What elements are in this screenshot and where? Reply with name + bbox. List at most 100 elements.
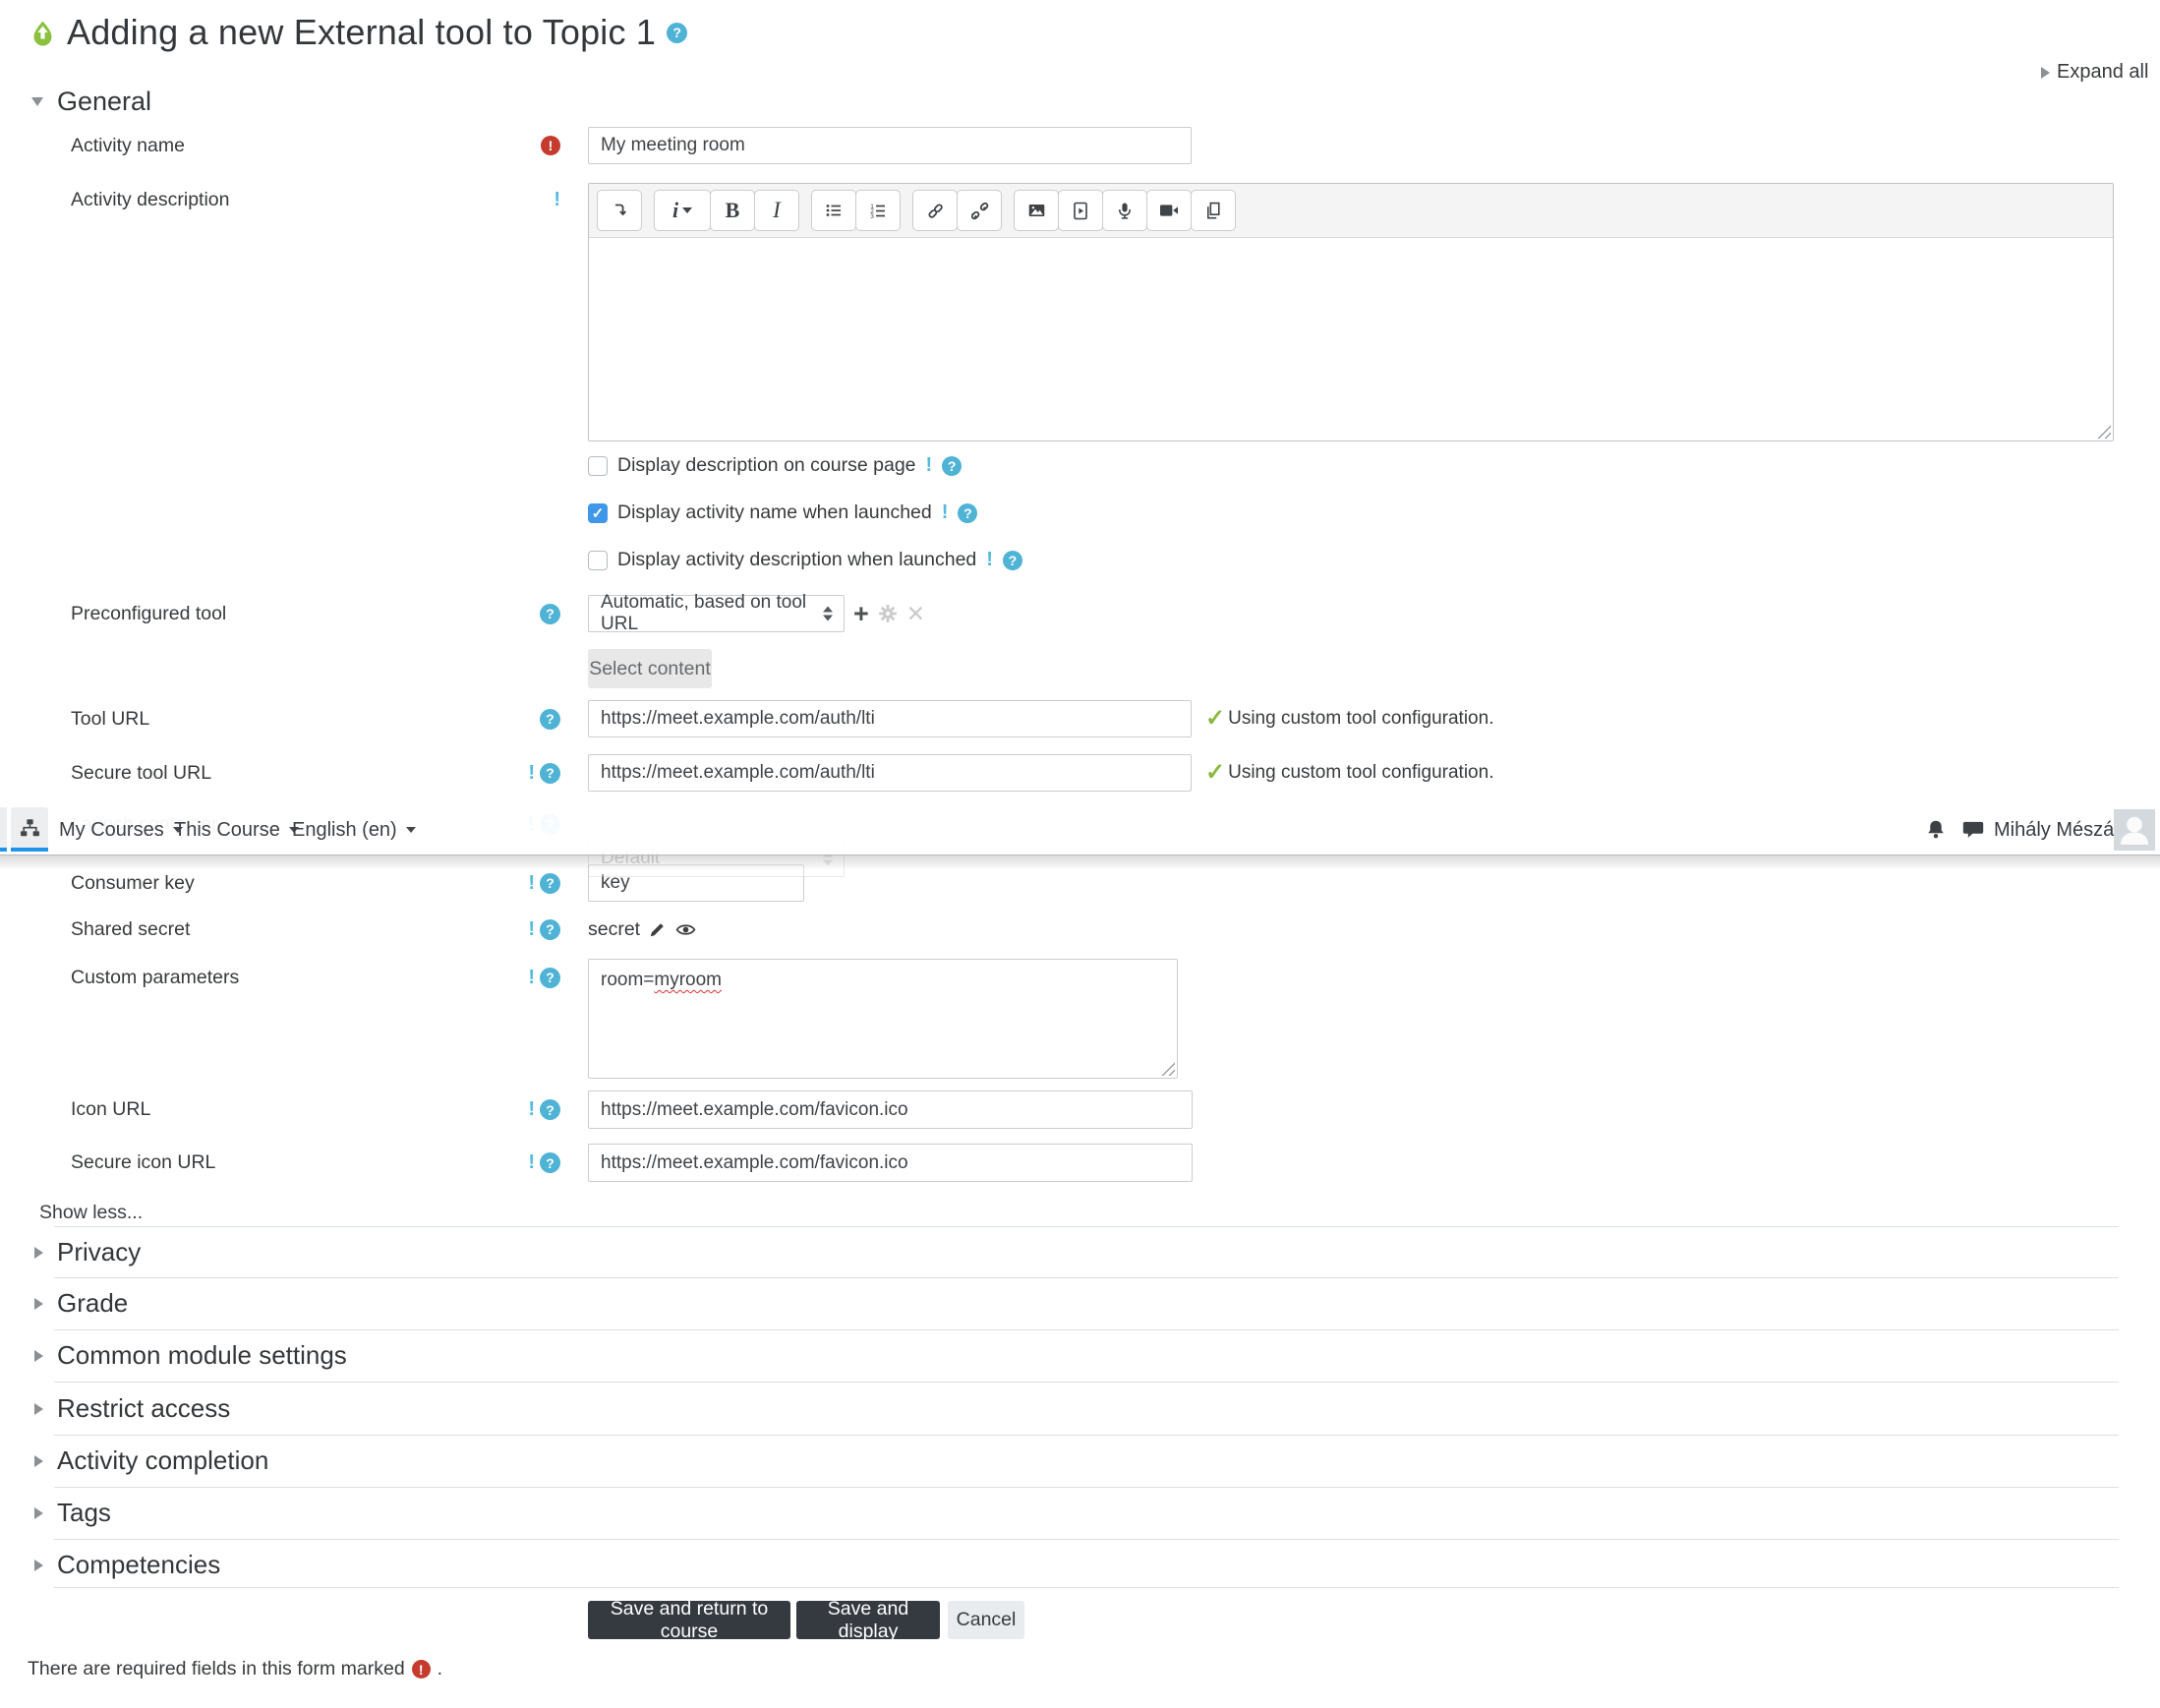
advanced-marker-icon: !	[986, 549, 993, 570]
select-content-button[interactable]: Select content	[588, 649, 712, 688]
preconfigured-tool-value: Automatic, based on tool URL	[601, 592, 807, 634]
nav-toggle-button[interactable]	[11, 807, 48, 852]
pencil-icon[interactable]	[649, 920, 667, 938]
divider	[54, 1329, 2119, 1330]
chevron-right-icon	[34, 1246, 43, 1259]
collapse-toolbar-icon[interactable]	[597, 190, 642, 231]
secure-tool-url-status: ✓ Using custom tool configuration.	[1205, 754, 1493, 792]
advanced-marker-icon: !	[554, 188, 560, 210]
editor-content-area[interactable]	[589, 238, 2113, 441]
chevron-right-icon	[34, 1454, 43, 1467]
section-privacy[interactable]: Privacy	[34, 1237, 141, 1267]
divider	[54, 1382, 2119, 1383]
display-activity-name-checkbox[interactable]	[588, 502, 608, 523]
advanced-marker-icon: !	[528, 1151, 535, 1173]
nav-language[interactable]: English (en)	[292, 804, 416, 855]
nav-edge-tab[interactable]	[0, 807, 7, 852]
display-activity-description-row: Display activity description when launch…	[588, 549, 1022, 571]
help-icon[interactable]: ?	[540, 1099, 560, 1120]
section-restrict-access[interactable]: Restrict access	[34, 1393, 230, 1424]
insert-media-icon[interactable]	[1058, 190, 1103, 231]
resize-handle[interactable]	[2097, 425, 2111, 439]
save-return-button[interactable]: Save and return to course	[588, 1598, 790, 1642]
resize-handle[interactable]	[1161, 1062, 1175, 1076]
section-tags[interactable]: Tags	[34, 1498, 111, 1528]
external-tool-icon	[29, 20, 56, 46]
link-icon[interactable]	[912, 190, 958, 231]
save-display-button[interactable]: Save and display	[796, 1598, 940, 1642]
help-icon[interactable]: ?	[540, 967, 560, 988]
insert-image-icon[interactable]	[1014, 190, 1059, 231]
moodle-external-tool-form-page: Adding a new External tool to Topic 1 ? …	[0, 0, 2160, 1708]
ordered-list-icon[interactable]: 123	[855, 190, 901, 231]
help-icon[interactable]: ?	[958, 502, 978, 523]
nav-item-label: This Course	[174, 818, 280, 841]
required-fields-note: There are required fields in this form m…	[28, 1658, 442, 1680]
unlink-icon[interactable]	[957, 190, 1002, 231]
help-icon[interactable]: ?	[540, 762, 560, 784]
secure-icon-url-input[interactable]	[588, 1144, 1193, 1182]
activity-name-input[interactable]	[588, 127, 1192, 164]
tool-url-label: Tool URL	[71, 708, 150, 730]
unordered-list-icon[interactable]	[811, 190, 856, 231]
paragraph-styles-icon[interactable]: i	[654, 190, 711, 231]
gear-icon	[878, 604, 898, 623]
display-activity-description-checkbox[interactable]	[588, 550, 608, 570]
show-less-link[interactable]: Show less...	[39, 1202, 143, 1224]
icon-url-input[interactable]	[588, 1090, 1193, 1129]
expand-all-link[interactable]: Expand all	[2041, 61, 2148, 84]
nav-my-courses[interactable]: My Courses	[59, 804, 183, 855]
required-note-text: There are required fields in this form m…	[28, 1658, 405, 1679]
divider	[54, 1226, 2119, 1227]
custom-parameters-label: Custom parameters	[71, 967, 240, 988]
manage-files-icon[interactable]	[1191, 190, 1236, 231]
display-description-checkbox[interactable]	[588, 455, 608, 476]
chevron-right-icon	[2041, 66, 2050, 79]
section-grade[interactable]: Grade	[34, 1288, 128, 1319]
preconfigured-tool-select[interactable]: Automatic, based on tool URL	[588, 592, 845, 634]
icon-url-label: Icon URL	[71, 1098, 151, 1120]
help-icon[interactable]: ?	[540, 603, 560, 624]
italic-icon[interactable]: I	[754, 190, 799, 231]
check-icon: ✓	[1205, 759, 1226, 786]
secure-icon-url-label: Secure icon URL	[71, 1151, 216, 1173]
record-audio-icon[interactable]	[1102, 190, 1147, 231]
select-caret-icon	[823, 606, 833, 621]
nav-this-course[interactable]: This Course	[174, 804, 299, 855]
preconfigured-tool-label: Preconfigured tool	[71, 603, 227, 624]
rich-text-editor: i B I 123	[588, 183, 2114, 442]
checkbox-label: Display description on course page	[617, 454, 916, 476]
cancel-button[interactable]: Cancel	[948, 1601, 1024, 1639]
bell-icon[interactable]	[1925, 819, 1947, 841]
help-icon[interactable]: ?	[540, 918, 560, 940]
section-activity-completion[interactable]: Activity completion	[34, 1445, 268, 1476]
eye-icon[interactable]	[675, 922, 696, 937]
secure-tool-url-input[interactable]	[588, 754, 1192, 792]
plus-icon[interactable]: +	[853, 600, 869, 627]
bold-icon[interactable]: B	[710, 190, 755, 231]
display-name-row: Display activity name when launched ! ?	[588, 501, 978, 524]
record-video-icon[interactable]	[1146, 190, 1192, 231]
section-general-header[interactable]: General	[31, 87, 151, 117]
advanced-marker-icon: !	[941, 501, 949, 523]
help-icon[interactable]: ?	[1002, 550, 1022, 570]
help-icon[interactable]: ?	[942, 455, 963, 476]
chat-icon[interactable]	[1962, 820, 1984, 840]
section-competencies[interactable]: Competencies	[34, 1550, 220, 1580]
help-icon[interactable]: ?	[667, 22, 688, 43]
advanced-marker-icon: !	[528, 966, 535, 988]
avatar[interactable]	[2114, 809, 2155, 851]
required-icon: !	[541, 136, 560, 155]
checkbox-label: Display activity description when launch…	[617, 549, 977, 570]
tool-url-input[interactable]	[588, 700, 1192, 737]
help-icon[interactable]: ?	[540, 1152, 560, 1173]
advanced-marker-icon: !	[528, 917, 535, 940]
section-common-module-settings[interactable]: Common module settings	[34, 1340, 347, 1371]
custom-parameters-value: room=	[601, 970, 655, 990]
secure-tool-url-label: Secure tool URL	[71, 762, 212, 784]
help-icon[interactable]: ?	[540, 708, 560, 730]
custom-parameters-textarea[interactable]: room=myroom	[588, 959, 1178, 1079]
shared-secret-label: Shared secret	[71, 918, 191, 940]
sitemap-icon	[20, 818, 40, 838]
help-icon[interactable]: ?	[540, 872, 560, 894]
